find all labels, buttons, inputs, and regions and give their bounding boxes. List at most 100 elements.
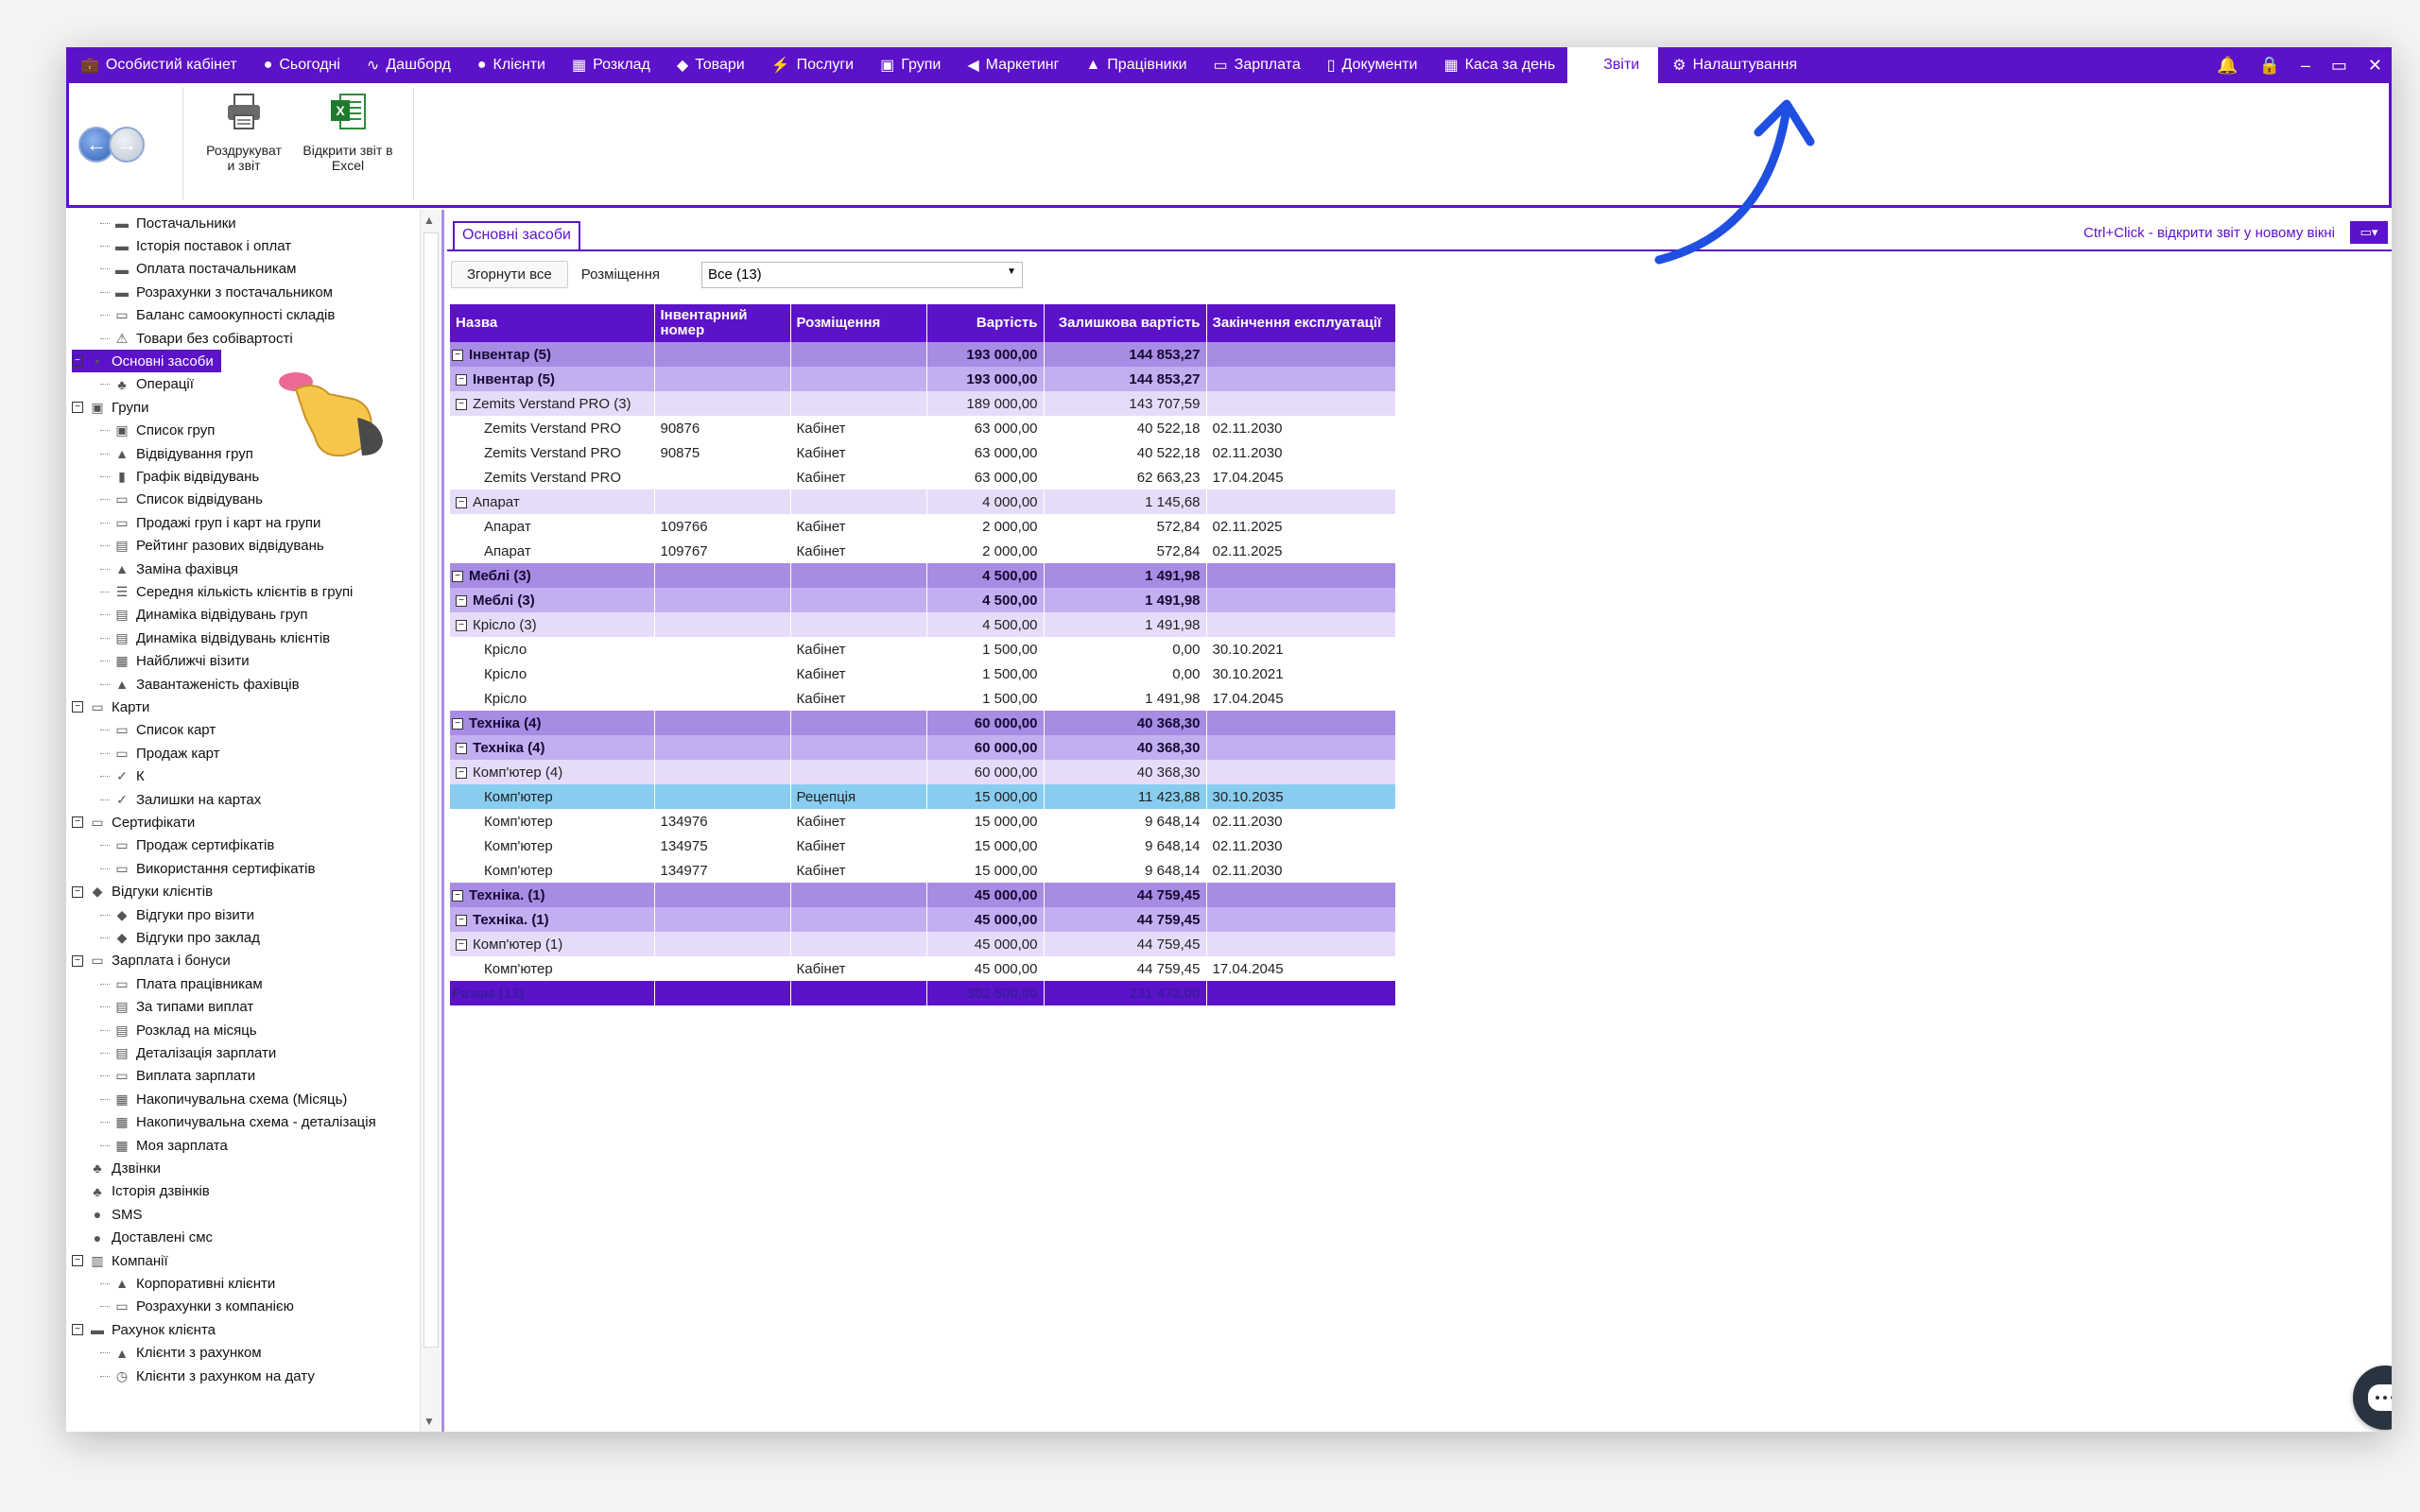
table-row[interactable]: Zemits Verstand PRO 90876 Кабінет 63 000,00…	[450, 416, 1396, 440]
menu-item-0[interactable]: 💼 Особистий кабінет	[66, 47, 250, 83]
column-header-inventory-number[interactable]: Інвентарний номер	[654, 304, 791, 342]
sidebar-item[interactable]: − ▭ Сертифікати	[72, 811, 195, 833]
table-row[interactable]: Комп'ютер 134976 Кабінет 15 000,00 9 648,14 0…	[450, 809, 1396, 833]
table-row[interactable]: − Комп'ютер (4) 60 000,00 40 368,30	[450, 760, 1396, 784]
open-in-excel-button[interactable]: X Відкрити звіт в Excel	[296, 91, 400, 173]
menu-item-1[interactable]: ● Сьогодні	[250, 47, 353, 83]
tab-fixed-assets[interactable]: Основні засоби	[453, 221, 580, 249]
menu-item-10[interactable]: ▭ Зарплата	[1200, 47, 1313, 83]
sidebar-item[interactable]: ▦ Накопичувальна схема (Місяць)	[100, 1088, 347, 1110]
sidebar-item[interactable]: − ▬ Рахунок клієнта	[72, 1318, 216, 1341]
collapse-toggle-icon[interactable]: −	[72, 816, 83, 829]
collapse-toggle-icon[interactable]: −	[72, 954, 83, 967]
table-row[interactable]: − Меблі (3) 4 500,00 1 491,98	[450, 563, 1396, 588]
table-row[interactable]: Комп'ютер Рецепція 15 000,00 11 423,88 30.10…	[450, 784, 1396, 809]
table-row[interactable]: − Крісло (3) 4 500,00 1 491,98	[450, 612, 1396, 637]
table-row[interactable]: − Меблі (3) 4 500,00 1 491,98	[450, 588, 1396, 612]
table-row[interactable]: Крісло Кабінет 1 500,00 1 491,98 17.04.2045	[450, 686, 1396, 711]
table-row[interactable]: Апарат 109766 Кабінет 2 000,00 572,84 02.11.2…	[450, 514, 1396, 539]
collapse-toggle-icon[interactable]: −	[456, 938, 467, 951]
sidebar-item[interactable]: ▲ Клієнти з рахунком	[100, 1342, 262, 1365]
scrollbar-thumb[interactable]	[424, 232, 439, 1348]
collapse-toggle-icon[interactable]: −	[72, 701, 83, 713]
column-header-placement[interactable]: Розміщення	[790, 304, 927, 342]
table-row[interactable]: Комп'ютер 134977 Кабінет 15 000,00 9 648,14 0…	[450, 858, 1396, 883]
table-row[interactable]: − Техніка (4) 60 000,00 40 368,30	[450, 735, 1396, 760]
collapse-toggle-icon[interactable]: −	[452, 349, 463, 361]
sidebar-item[interactable]: ▭ Розрахунки з компанією	[100, 1296, 294, 1318]
sidebar-item[interactable]: ▤ Рейтинг разових відвідувань	[100, 535, 324, 558]
sidebar-item[interactable]: ▤ Деталізація зарплати	[100, 1041, 276, 1064]
menu-item-12[interactable]: ▦ Каса за день	[1429, 47, 1567, 83]
collapse-toggle-icon[interactable]: −	[456, 742, 467, 754]
sidebar-item[interactable]: ✓ К	[100, 765, 145, 788]
sidebar-item[interactable]: ◷ Клієнти з рахунком на дату	[100, 1365, 315, 1387]
sidebar-item[interactable]: ◆ Відгуки про візити	[100, 903, 254, 926]
minimize-icon[interactable]: –	[2301, 56, 2310, 76]
lock-icon[interactable]: 🔒	[2258, 56, 2279, 76]
collapse-toggle-icon[interactable]: −	[456, 619, 467, 631]
table-row[interactable]: − Комп'ютер (1) 45 000,00 44 759,45	[450, 932, 1396, 956]
sidebar-item[interactable]: ▦ Моя зарплата	[100, 1134, 228, 1157]
table-row[interactable]: − Апарат 4 000,00 1 145,68	[450, 490, 1396, 514]
column-header-end-of-use[interactable]: Закінчення експлуатації	[1206, 304, 1396, 342]
sidebar-item[interactable]: ▭ Список карт	[100, 719, 216, 742]
sidebar-item[interactable]: ⚠ Товари без собівартості	[100, 327, 293, 350]
sidebar-item[interactable]: ● SMS	[72, 1203, 143, 1226]
sidebar-item[interactable]: ▲ Завантаженість фахівців	[100, 673, 300, 696]
scroll-down-icon[interactable]: ▼	[424, 1415, 435, 1428]
scroll-up-icon[interactable]: ▲	[424, 214, 435, 227]
sidebar-item[interactable]: ♣ Дзвінки	[72, 1157, 161, 1179]
sidebar-item[interactable]: ✓ Залишки на картах	[100, 788, 261, 811]
column-header-name[interactable]: Назва	[450, 304, 655, 342]
collapse-toggle-icon[interactable]: −	[456, 914, 467, 926]
sidebar-item[interactable]: ▭ Продаж карт	[100, 742, 220, 765]
print-report-button[interactable]: Роздрукуват и звіт	[192, 91, 296, 173]
menu-item-11[interactable]: ▯ Документи	[1313, 47, 1430, 83]
collapse-toggle-icon[interactable]: −	[456, 496, 467, 508]
sidebar-item[interactable]: ▲ Відвідування груп	[100, 442, 253, 465]
sidebar-item[interactable]: ▲ Заміна фахівця	[100, 558, 238, 580]
sidebar-item[interactable]: ▦ Найближчі візити	[100, 650, 250, 673]
sidebar-item[interactable]: ▭ Використання сертифікатів	[100, 857, 315, 880]
sidebar-item[interactable]: ▲ Корпоративні клієнти	[100, 1272, 275, 1295]
collapse-toggle-icon[interactable]: −	[72, 1255, 83, 1266]
sidebar-item[interactable]: ▤ За типами виплат	[100, 996, 253, 1019]
sidebar-item[interactable]: ▭ Плата працівникам	[100, 972, 263, 995]
menu-item-3[interactable]: ● Клієнти	[463, 47, 558, 83]
menu-item-8[interactable]: ◀ Маркетинг	[953, 47, 1071, 83]
table-row[interactable]: − Техніка. (1) 45 000,00 44 759,45	[450, 883, 1396, 907]
restore-icon[interactable]: ▭	[2331, 56, 2347, 76]
sidebar-item[interactable]: ♣ Операції	[100, 373, 194, 396]
sidebar-item[interactable]: − ▣ Групи	[72, 396, 148, 419]
menu-item-4[interactable]: ▦ Розклад	[558, 47, 663, 83]
collapse-toggle-icon[interactable]: −	[72, 885, 83, 898]
sidebar-item[interactable]: − ◆ Відгуки клієнтів	[72, 881, 213, 903]
collapse-toggle-icon[interactable]: −	[456, 594, 467, 607]
menu-item-9[interactable]: ▲ Працівники	[1071, 47, 1199, 83]
sidebar-item[interactable]: ● Доставлені смс	[72, 1227, 213, 1249]
sidebar-item[interactable]: ▬ Постачальники	[100, 212, 236, 234]
table-row[interactable]: Zemits Verstand PRO Кабінет 63 000,00 62 66…	[450, 465, 1396, 490]
sidebar-item[interactable]: ☰ Середня кількість клієнтів в групі	[100, 580, 353, 603]
menu-item-13[interactable]: Звіти	[1567, 47, 1659, 83]
sidebar-item[interactable]: ▭ Продажі груп і карт на групи	[100, 511, 320, 534]
collapse-all-button[interactable]: Згорнути все	[451, 261, 568, 288]
close-icon[interactable]: ✕	[2368, 56, 2382, 76]
collapse-toggle-icon[interactable]: −	[456, 373, 467, 386]
sidebar-item[interactable]: ▭ Баланс самоокупності складів	[100, 304, 335, 327]
table-row[interactable]: Комп'ютер 134975 Кабінет 15 000,00 9 648,14 0…	[450, 833, 1396, 858]
sidebar-item[interactable]: − ▪ Основні засоби	[72, 350, 221, 373]
sidebar-item[interactable]: − ▭ Карти	[72, 696, 149, 718]
sidebar-item[interactable]: ▬ Історія поставок і оплат	[100, 234, 291, 257]
menu-item-14[interactable]: ⚙ Налаштування	[1658, 47, 1809, 83]
table-row[interactable]: − Техніка. (1) 45 000,00 44 759,45	[450, 907, 1396, 932]
sidebar-item[interactable]: ▦ Накопичувальна схема - деталізація	[100, 1111, 376, 1134]
column-header-cost[interactable]: Вартість	[926, 304, 1045, 342]
table-row[interactable]: − Інвентар (5) 193 000,00 144 853,27	[450, 342, 1396, 367]
sidebar-item[interactable]: ▤ Динаміка відвідувань груп	[100, 604, 308, 627]
menu-item-5[interactable]: ◆ Товари	[663, 47, 757, 83]
table-row[interactable]: − Інвентар (5) 193 000,00 144 853,27	[450, 367, 1396, 391]
table-row[interactable]: Разом (13) 302 500,00 231 473,00	[450, 981, 1396, 1005]
sidebar-item[interactable]: ♣ Історія дзвінків	[72, 1180, 209, 1203]
